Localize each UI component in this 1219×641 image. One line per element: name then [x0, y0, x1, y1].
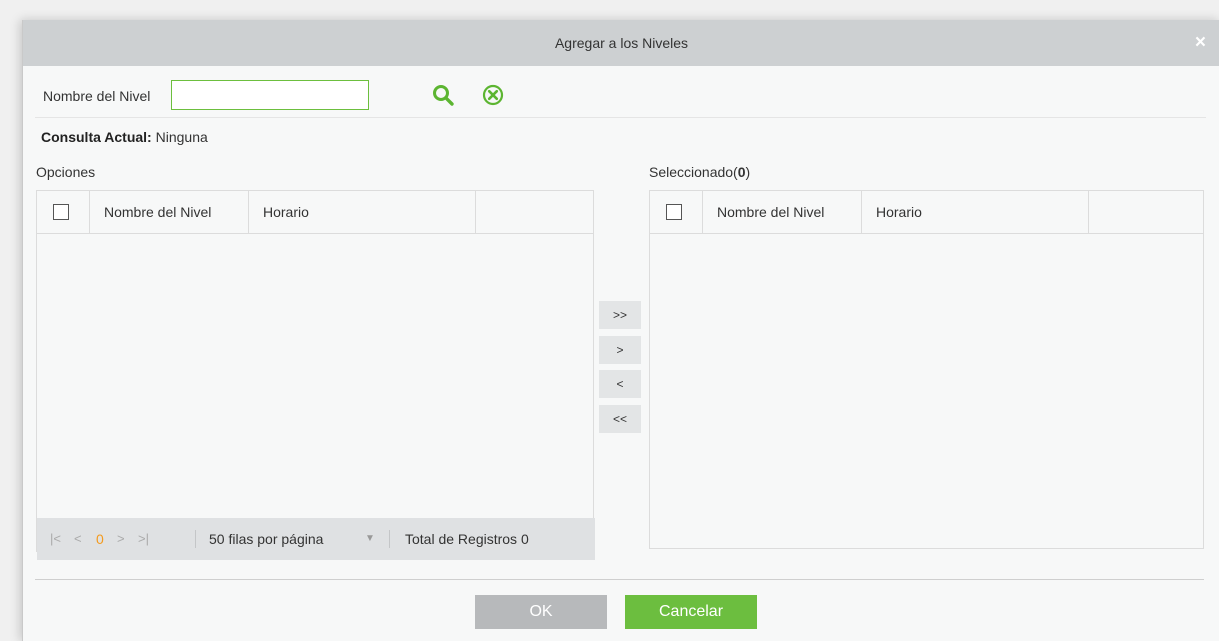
options-table-header: Nombre del Nivel Horario: [37, 191, 593, 234]
dialog-title: Agregar a los Niveles: [554, 35, 689, 51]
options-title: Opciones: [36, 164, 96, 180]
total-records: Total de Registros 0: [405, 531, 529, 547]
ok-button[interactable]: OK: [475, 595, 607, 629]
pager-divider: [195, 530, 196, 548]
options-table: Nombre del Nivel Horario |< < 0 > >| 50 …: [36, 190, 595, 560]
select-all-cell: [650, 191, 703, 233]
prev-page-icon[interactable]: <: [74, 518, 82, 560]
current-page: 0: [96, 531, 104, 547]
move-right-button[interactable]: >: [599, 336, 641, 364]
selected-table-header: Nombre del Nivel Horario: [650, 191, 1203, 234]
pager-divider: [389, 530, 390, 548]
move-left-button[interactable]: <: [599, 370, 641, 398]
selected-table: Nombre del Nivel Horario: [649, 190, 1204, 549]
rows-per-page-select[interactable]: 50 filas por página: [209, 518, 323, 560]
column-header-schedule[interactable]: Horario: [249, 191, 476, 233]
current-query-label: Consulta Actual:: [41, 129, 152, 145]
column-header-schedule[interactable]: Horario: [862, 191, 1089, 233]
select-all-cell: [37, 191, 90, 233]
column-header-level-name[interactable]: Nombre del Nivel: [703, 191, 862, 233]
selected-title: Seleccionado(0): [649, 164, 750, 180]
current-query: Consulta Actual: Ninguna: [41, 129, 208, 145]
move-all-right-button[interactable]: >>: [599, 301, 641, 329]
next-page-icon[interactable]: >: [117, 518, 125, 560]
level-name-input[interactable]: [171, 80, 369, 110]
current-query-value: Ninguna: [155, 129, 208, 145]
clear-circle-icon[interactable]: [481, 83, 505, 107]
move-all-left-button[interactable]: <<: [599, 405, 641, 433]
selected-title-prefix: Seleccionado(: [649, 164, 738, 180]
select-all-checkbox[interactable]: [666, 204, 682, 220]
selected-title-suffix: ): [745, 164, 751, 180]
pagination-bar: |< < 0 > >| 50 filas por página ▼ Total …: [37, 518, 595, 560]
dialog-titlebar: Agregar a los Niveles ×: [23, 20, 1219, 66]
select-all-checkbox[interactable]: [53, 204, 69, 220]
first-page-icon[interactable]: |<: [50, 518, 61, 560]
level-name-label: Nombre del Nivel: [43, 88, 151, 104]
chevron-down-icon[interactable]: ▼: [365, 518, 375, 560]
selected-count: 0: [737, 164, 746, 180]
cancel-button[interactable]: Cancelar: [625, 595, 757, 629]
search-icon[interactable]: [431, 83, 455, 107]
last-page-icon[interactable]: >|: [138, 518, 149, 560]
add-to-levels-dialog: Agregar a los Niveles × Nombre del Nivel…: [22, 20, 1219, 641]
column-header-level-name[interactable]: Nombre del Nivel: [90, 191, 249, 233]
footer-divider: [35, 579, 1204, 580]
close-icon[interactable]: ×: [1195, 20, 1206, 66]
divider: [35, 117, 1206, 118]
